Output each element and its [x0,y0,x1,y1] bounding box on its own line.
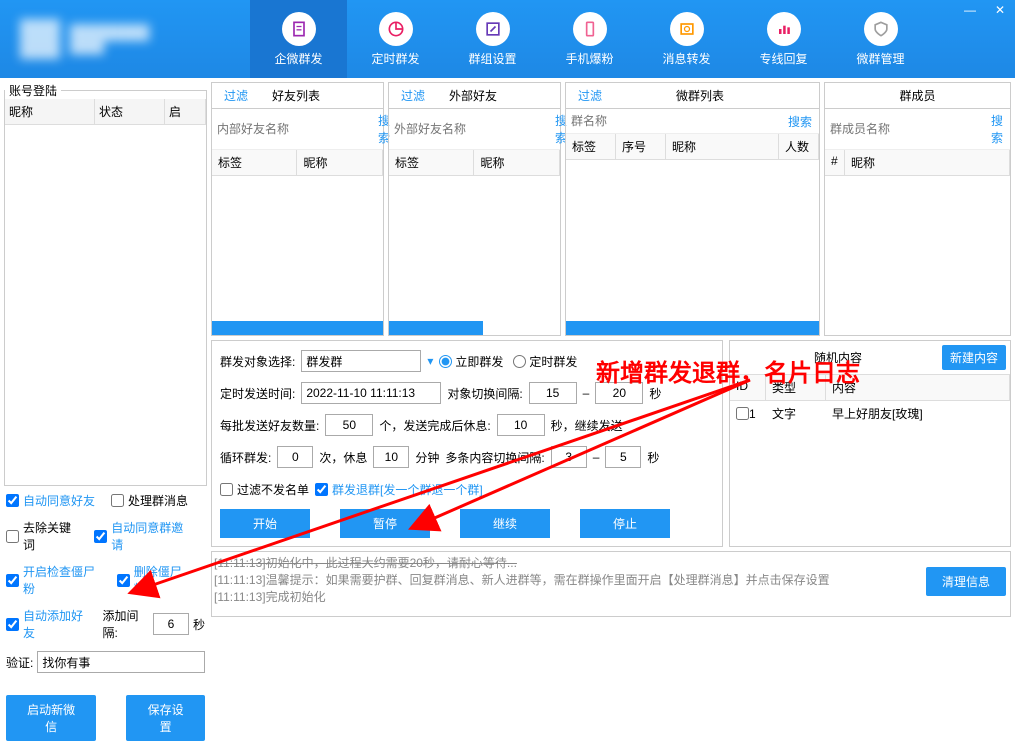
group-list-body[interactable] [566,160,819,335]
loop-count-input[interactable] [277,446,313,468]
batch-rest-input[interactable] [497,414,545,436]
member-search-button[interactable]: 搜索 [987,112,1007,146]
start-button[interactable]: 开始 [220,509,310,538]
col-extra: 启 [165,99,206,124]
nav-group-manage[interactable]: 微群管理 [832,0,929,78]
phone-icon [573,12,607,46]
add-interval-input[interactable] [153,613,189,635]
nav-enterprise-send[interactable]: 企微群发 [250,0,347,78]
tab-filter[interactable]: 过滤 [212,83,260,108]
send-settings: 群发对象选择: ▾ 立即群发 定时群发 定时发送时间: 对象切换间隔: – 秒 [211,340,723,547]
start-wechat-button[interactable]: 启动新微信 [6,695,96,741]
radio-send-now[interactable]: 立即群发 [439,353,503,370]
nav-dedicated-reply[interactable]: 专线回复 [735,0,832,78]
nav-phone-fans[interactable]: 手机爆粉 [541,0,638,78]
multi-min-input[interactable] [551,446,587,468]
col-status: 状态 [95,99,165,124]
cb-auto-add[interactable]: 自动添加好友 [6,607,87,641]
target-select[interactable] [301,350,421,372]
pause-button[interactable]: 暂停 [340,509,430,538]
friend-search-input[interactable] [215,120,374,138]
member-search-input[interactable] [828,120,987,138]
pie-icon [379,12,413,46]
member-list-body[interactable] [825,176,1010,335]
external-search-input[interactable] [392,120,551,138]
cb-delete-zombie[interactable]: 删除僵尸粉 [117,563,189,597]
verify-input[interactable] [37,651,205,673]
nav-timed-send[interactable]: 定时群发 [347,0,444,78]
nav-group-settings[interactable]: 群组设置 [444,0,541,78]
cb-auto-agree-group-invite[interactable]: 自动同意群邀请 [94,519,189,553]
friend-list-panel: 过滤 好友列表 搜索 标签 昵称 [211,82,384,336]
radio-send-timed[interactable]: 定时群发 [513,353,577,370]
target-dropdown-icon[interactable]: ▾ [427,354,433,368]
log-area: [11:11:13]初始化中，此过程大约需要20秒，请耐心等待... [11:1… [211,551,1011,617]
cb-process-group-msg[interactable]: 处理群消息 [111,492,188,509]
group-list-panel: 过滤 微群列表 搜索 标签 序号 昵称 人数 [565,82,820,336]
group-member-panel: 群成员 搜索 # 昵称 [824,82,1011,336]
tab-filter-ext[interactable]: 过滤 [389,83,437,108]
safe-icon [670,12,704,46]
tab-friend-list[interactable]: 好友列表 [260,83,332,108]
switch-min-input[interactable] [529,382,577,404]
account-login-title: 账号登陆 [5,82,61,99]
switch-max-input[interactable] [595,382,643,404]
account-login-panel: 账号登陆 昵称 状态 启 [4,82,207,486]
external-friend-panel: 过滤 外部好友 搜索 标签 昵称 [388,82,561,336]
cb-enable-zombie-check[interactable]: 开启检查僵尸粉 [6,563,101,597]
loop-rest-input[interactable] [373,446,409,468]
content-table-body[interactable]: 1 文字 早上好朋友[玫瑰] [730,401,1010,546]
cb-filter-no-send[interactable]: 过滤不发名单 [220,481,309,498]
edit-icon [476,12,510,46]
multi-max-input[interactable] [605,446,641,468]
continue-button[interactable]: 继续 [460,509,550,538]
header: ████████████ 企微群发 定时群发 群组设置 手机爆粉 消息转发 专线… [0,0,1015,78]
content-row[interactable]: 1 文字 早上好朋友[玫瑰] [730,401,1010,426]
tab-group-list[interactable]: 微群列表 [664,83,736,108]
logo-area: ████████████ [0,0,250,78]
window-controls: — ✕ [955,0,1015,20]
tab-filter-group[interactable]: 过滤 [566,83,614,108]
cb-leave-group[interactable]: 群发退群[发一个群退一个群] [315,481,483,498]
new-content-button[interactable]: 新建内容 [942,345,1006,370]
save-settings-button[interactable]: 保存设置 [126,695,205,741]
random-content-panel: 随机内容 新建内容 ID 类型 内容 1 文字 早上好朋友[玫瑰] [729,340,1011,547]
external-list-body[interactable] [389,176,560,335]
friend-list-body[interactable] [212,176,383,335]
group-search-input[interactable] [569,112,784,130]
tab-group-member[interactable]: 群成员 [887,83,947,108]
minimize-button[interactable]: — [955,0,985,20]
cb-auto-agree-friend[interactable]: 自动同意好友 [6,492,95,509]
nav-msg-forward[interactable]: 消息转发 [638,0,735,78]
tab-external-friend[interactable]: 外部好友 [437,83,509,108]
schedule-datetime-input[interactable] [301,382,441,404]
document-icon [282,12,316,46]
group-search-button[interactable]: 搜索 [784,113,816,130]
close-button[interactable]: ✕ [985,0,1015,20]
nav: 企微群发 定时群发 群组设置 手机爆粉 消息转发 专线回复 微群管理 [250,0,929,78]
col-nickname: 昵称 [5,99,95,124]
chart-icon [767,12,801,46]
shield-icon [864,12,898,46]
account-table-body[interactable] [5,125,206,485]
stop-button[interactable]: 停止 [580,509,670,538]
batch-count-input[interactable] [325,414,373,436]
content-row-checkbox[interactable] [736,407,749,420]
clear-log-button[interactable]: 清理信息 [926,567,1006,596]
cb-remove-keyword[interactable]: 去除关键词 [6,519,78,553]
